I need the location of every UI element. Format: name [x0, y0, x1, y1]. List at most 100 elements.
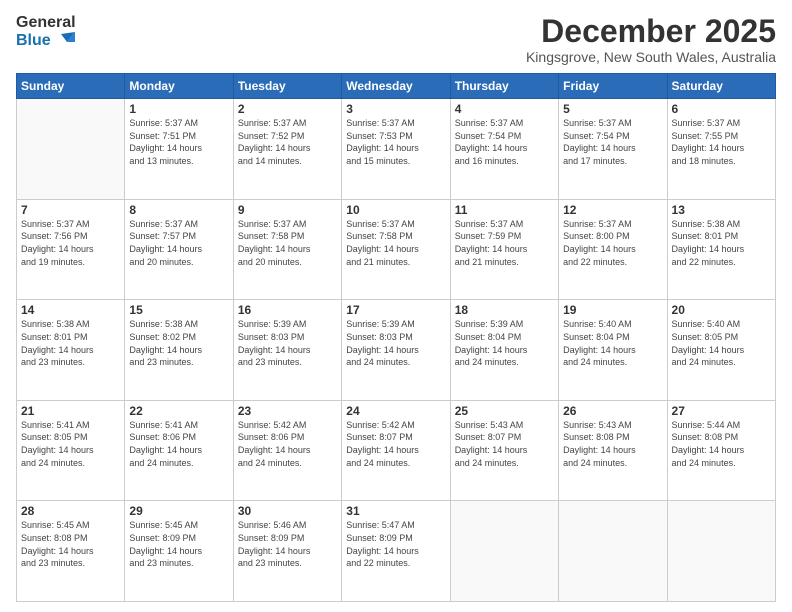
table-row: 6Sunrise: 5:37 AMSunset: 7:55 PMDaylight… [667, 99, 775, 200]
table-row: 29Sunrise: 5:45 AMSunset: 8:09 PMDayligh… [125, 501, 233, 602]
day-info: Sunrise: 5:45 AMSunset: 8:09 PMDaylight:… [129, 519, 228, 569]
day-number: 17 [346, 303, 445, 317]
calendar-week-1: 1Sunrise: 5:37 AMSunset: 7:51 PMDaylight… [17, 99, 776, 200]
logo-text: General Blue [16, 14, 76, 50]
header: General Blue December 2025 Kingsgrove, N… [16, 14, 776, 65]
day-info: Sunrise: 5:38 AMSunset: 8:01 PMDaylight:… [672, 218, 771, 268]
table-row: 4Sunrise: 5:37 AMSunset: 7:54 PMDaylight… [450, 99, 558, 200]
day-number: 13 [672, 203, 771, 217]
table-row: 18Sunrise: 5:39 AMSunset: 8:04 PMDayligh… [450, 300, 558, 401]
table-row [17, 99, 125, 200]
day-info: Sunrise: 5:37 AMSunset: 7:55 PMDaylight:… [672, 117, 771, 167]
day-number: 24 [346, 404, 445, 418]
table-row: 15Sunrise: 5:38 AMSunset: 8:02 PMDayligh… [125, 300, 233, 401]
day-info: Sunrise: 5:43 AMSunset: 8:07 PMDaylight:… [455, 419, 554, 469]
day-number: 31 [346, 504, 445, 518]
day-info: Sunrise: 5:43 AMSunset: 8:08 PMDaylight:… [563, 419, 662, 469]
header-sunday: Sunday [17, 74, 125, 99]
day-number: 16 [238, 303, 337, 317]
day-number: 19 [563, 303, 662, 317]
table-row [559, 501, 667, 602]
day-info: Sunrise: 5:40 AMSunset: 8:04 PMDaylight:… [563, 318, 662, 368]
day-info: Sunrise: 5:44 AMSunset: 8:08 PMDaylight:… [672, 419, 771, 469]
table-row: 25Sunrise: 5:43 AMSunset: 8:07 PMDayligh… [450, 400, 558, 501]
day-number: 11 [455, 203, 554, 217]
day-info: Sunrise: 5:37 AMSunset: 7:57 PMDaylight:… [129, 218, 228, 268]
day-number: 6 [672, 102, 771, 116]
day-info: Sunrise: 5:41 AMSunset: 8:06 PMDaylight:… [129, 419, 228, 469]
table-row: 22Sunrise: 5:41 AMSunset: 8:06 PMDayligh… [125, 400, 233, 501]
day-number: 20 [672, 303, 771, 317]
day-number: 22 [129, 404, 228, 418]
table-row: 19Sunrise: 5:40 AMSunset: 8:04 PMDayligh… [559, 300, 667, 401]
day-info: Sunrise: 5:39 AMSunset: 8:04 PMDaylight:… [455, 318, 554, 368]
table-row: 1Sunrise: 5:37 AMSunset: 7:51 PMDaylight… [125, 99, 233, 200]
calendar-week-4: 21Sunrise: 5:41 AMSunset: 8:05 PMDayligh… [17, 400, 776, 501]
table-row: 26Sunrise: 5:43 AMSunset: 8:08 PMDayligh… [559, 400, 667, 501]
table-row: 21Sunrise: 5:41 AMSunset: 8:05 PMDayligh… [17, 400, 125, 501]
header-monday: Monday [125, 74, 233, 99]
day-number: 28 [21, 504, 120, 518]
table-row: 17Sunrise: 5:39 AMSunset: 8:03 PMDayligh… [342, 300, 450, 401]
table-row: 14Sunrise: 5:38 AMSunset: 8:01 PMDayligh… [17, 300, 125, 401]
header-wednesday: Wednesday [342, 74, 450, 99]
day-number: 10 [346, 203, 445, 217]
day-info: Sunrise: 5:38 AMSunset: 8:02 PMDaylight:… [129, 318, 228, 368]
day-number: 26 [563, 404, 662, 418]
day-info: Sunrise: 5:37 AMSunset: 7:51 PMDaylight:… [129, 117, 228, 167]
table-row: 11Sunrise: 5:37 AMSunset: 7:59 PMDayligh… [450, 199, 558, 300]
day-number: 23 [238, 404, 337, 418]
header-saturday: Saturday [667, 74, 775, 99]
day-info: Sunrise: 5:40 AMSunset: 8:05 PMDaylight:… [672, 318, 771, 368]
table-row: 9Sunrise: 5:37 AMSunset: 7:58 PMDaylight… [233, 199, 341, 300]
day-info: Sunrise: 5:37 AMSunset: 7:56 PMDaylight:… [21, 218, 120, 268]
title-block: December 2025 Kingsgrove, New South Wale… [526, 14, 776, 65]
day-number: 25 [455, 404, 554, 418]
day-number: 30 [238, 504, 337, 518]
calendar-week-3: 14Sunrise: 5:38 AMSunset: 8:01 PMDayligh… [17, 300, 776, 401]
table-row: 7Sunrise: 5:37 AMSunset: 7:56 PMDaylight… [17, 199, 125, 300]
table-row: 16Sunrise: 5:39 AMSunset: 8:03 PMDayligh… [233, 300, 341, 401]
table-row [667, 501, 775, 602]
day-info: Sunrise: 5:41 AMSunset: 8:05 PMDaylight:… [21, 419, 120, 469]
day-info: Sunrise: 5:37 AMSunset: 7:54 PMDaylight:… [563, 117, 662, 167]
month-title: December 2025 [526, 14, 776, 49]
header-tuesday: Tuesday [233, 74, 341, 99]
calendar-week-5: 28Sunrise: 5:45 AMSunset: 8:08 PMDayligh… [17, 501, 776, 602]
calendar-header-row: Sunday Monday Tuesday Wednesday Thursday… [17, 74, 776, 99]
day-number: 9 [238, 203, 337, 217]
logo: General Blue [16, 14, 76, 50]
day-info: Sunrise: 5:42 AMSunset: 8:07 PMDaylight:… [346, 419, 445, 469]
table-row: 8Sunrise: 5:37 AMSunset: 7:57 PMDaylight… [125, 199, 233, 300]
day-number: 15 [129, 303, 228, 317]
day-info: Sunrise: 5:37 AMSunset: 7:52 PMDaylight:… [238, 117, 337, 167]
table-row: 5Sunrise: 5:37 AMSunset: 7:54 PMDaylight… [559, 99, 667, 200]
day-info: Sunrise: 5:46 AMSunset: 8:09 PMDaylight:… [238, 519, 337, 569]
table-row: 2Sunrise: 5:37 AMSunset: 7:52 PMDaylight… [233, 99, 341, 200]
day-number: 21 [21, 404, 120, 418]
day-info: Sunrise: 5:39 AMSunset: 8:03 PMDaylight:… [346, 318, 445, 368]
day-info: Sunrise: 5:38 AMSunset: 8:01 PMDaylight:… [21, 318, 120, 368]
day-number: 4 [455, 102, 554, 116]
day-info: Sunrise: 5:37 AMSunset: 7:59 PMDaylight:… [455, 218, 554, 268]
table-row: 24Sunrise: 5:42 AMSunset: 8:07 PMDayligh… [342, 400, 450, 501]
day-info: Sunrise: 5:42 AMSunset: 8:06 PMDaylight:… [238, 419, 337, 469]
header-thursday: Thursday [450, 74, 558, 99]
day-info: Sunrise: 5:37 AMSunset: 8:00 PMDaylight:… [563, 218, 662, 268]
table-row: 30Sunrise: 5:46 AMSunset: 8:09 PMDayligh… [233, 501, 341, 602]
day-info: Sunrise: 5:37 AMSunset: 7:54 PMDaylight:… [455, 117, 554, 167]
table-row: 27Sunrise: 5:44 AMSunset: 8:08 PMDayligh… [667, 400, 775, 501]
day-number: 29 [129, 504, 228, 518]
day-number: 14 [21, 303, 120, 317]
day-info: Sunrise: 5:45 AMSunset: 8:08 PMDaylight:… [21, 519, 120, 569]
day-info: Sunrise: 5:37 AMSunset: 7:53 PMDaylight:… [346, 117, 445, 167]
header-friday: Friday [559, 74, 667, 99]
day-number: 2 [238, 102, 337, 116]
logo-bird-icon [53, 32, 75, 50]
table-row [450, 501, 558, 602]
day-number: 5 [563, 102, 662, 116]
day-number: 3 [346, 102, 445, 116]
day-info: Sunrise: 5:39 AMSunset: 8:03 PMDaylight:… [238, 318, 337, 368]
calendar-week-2: 7Sunrise: 5:37 AMSunset: 7:56 PMDaylight… [17, 199, 776, 300]
subtitle: Kingsgrove, New South Wales, Australia [526, 49, 776, 65]
